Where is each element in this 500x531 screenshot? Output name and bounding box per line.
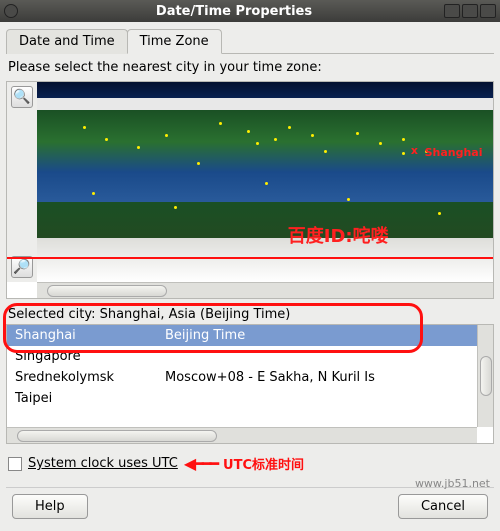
list-vertical-scrollbar[interactable] [477,325,493,427]
city-name: Taipei [15,391,165,406]
watermark-text: www.jb51.net [415,477,490,490]
city-dots [37,82,493,282]
annotation-arrow-icon: ◀━━━ [184,454,217,473]
list-item[interactable]: Taipei [7,388,477,409]
list-horizontal-scrollbar[interactable] [7,427,477,443]
zoom-out-button[interactable]: 🔎 [11,256,33,278]
map-frame: 🔍 🔎 x Shanghai 百度ID:咤喽 [6,81,494,299]
prompt-text: Please select the nearest city in your t… [8,60,494,75]
map-marker-x: x [411,144,418,157]
cancel-button[interactable]: Cancel [398,494,488,519]
help-button[interactable]: Help [12,494,88,519]
utc-checkbox[interactable] [8,457,22,471]
list-item[interactable]: Singapore [7,346,477,367]
tab-date-and-time[interactable]: Date and Time [6,29,128,54]
minimize-button[interactable] [444,4,460,18]
map-horizontal-scrollbar[interactable] [37,282,493,298]
zoom-in-button[interactable]: 🔍 [11,86,33,108]
utc-checkbox-label: System clock uses UTC [28,456,178,471]
maximize-button[interactable] [462,4,478,18]
selected-city-label: Selected city: Shanghai, Asia (Beijing T… [8,307,492,322]
window-title: Date/Time Properties [24,4,444,19]
city-tz: Moscow+08 - E Sakha, N Kuril Is [165,370,375,385]
map-overlay-text: 百度ID:咤喽 [288,222,389,248]
city-listbox: ShanghaiBeijing TimeSingaporeSrednekolym… [6,324,494,444]
list-item[interactable]: ShanghaiBeijing Time [7,325,477,346]
annotation-line [7,257,493,259]
tab-time-zone[interactable]: Time Zone [127,29,222,54]
utc-annotation: UTC标准时间 [223,454,304,473]
tab-bar: Date and Time Time Zone [6,28,494,54]
map-marker-label: Shanghai [425,146,483,159]
city-tz: Beijing Time [165,328,245,343]
list-item[interactable]: SrednekolymskMoscow+08 - E Sakha, N Kuri… [7,367,477,388]
world-map[interactable]: x Shanghai 百度ID:咤喽 [37,82,493,282]
city-name: Shanghai [15,328,165,343]
city-name: Srednekolymsk [15,370,165,385]
close-button[interactable] [480,4,496,18]
app-icon [4,4,18,18]
city-name: Singapore [15,349,165,364]
